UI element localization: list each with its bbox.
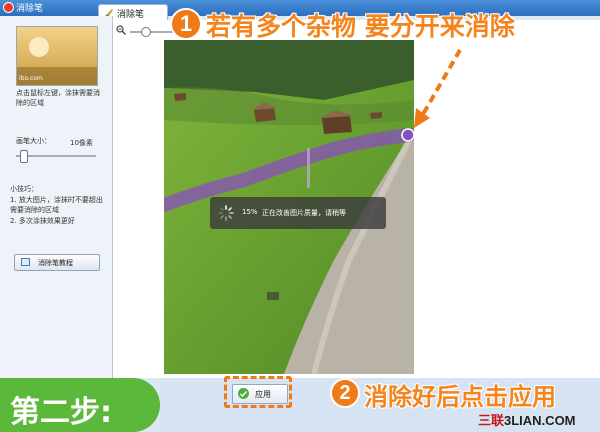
preview-thumbnail: ibo.com [16, 26, 98, 86]
sidebar: ibo.com 点击鼠标左键，涂抹需要消除的区域 画笔大小： 10像素 小技巧：… [0, 16, 113, 378]
step2-number: 2 [330, 378, 360, 408]
step2-callout: 2 消除好后点击应用 [296, 374, 600, 414]
tips-section: 小技巧： 1. 放大图片，涂抹时不要超出需要消除的区域 2. 多次涂抹效果更好 [10, 184, 106, 227]
loading-spinner-icon [218, 205, 234, 221]
check-mark-icon [240, 391, 247, 397]
thumbnail-caption: ibo.com [19, 75, 43, 82]
progress-percent: 15% [242, 208, 258, 216]
brush-size-label: 画笔大小： [16, 137, 51, 145]
site-watermark: 三联3LIAN.COM [478, 410, 576, 429]
tutorial-button-label: 消除笔教程 [38, 259, 73, 267]
tutorial-button[interactable]: 消除笔教程 [14, 254, 100, 271]
tip-item: 1. 放大图片，涂抹时不要超出需要消除的区域 [10, 196, 103, 214]
step2-text: 消除好后点击应用 [364, 383, 556, 411]
tab-label: 消除笔 [117, 10, 145, 20]
step1-text: 若有多个杂物 要分开来消除 [206, 12, 516, 42]
book-icon [21, 258, 30, 266]
apply-button-label: 应用 [255, 390, 271, 399]
step-badge-text: 第二步: [10, 395, 112, 430]
progress-message: 正在改善图片质量，请稍等 [262, 209, 346, 217]
tip-item: 2. 多次涂抹效果更好 [10, 217, 75, 225]
app-logo-icon [3, 2, 14, 13]
zoom-out-icon[interactable] [116, 25, 126, 35]
brush-size-slider-handle[interactable] [20, 150, 28, 163]
step-badge: 第二步: [0, 378, 160, 432]
step1-callout: 1 若有多个杂物 要分开来消除 [170, 6, 570, 44]
apply-button[interactable]: 应用 [232, 384, 288, 404]
hint-text: 点击鼠标左键，涂抹需要消除的区域 [16, 89, 100, 107]
brush-size-slider[interactable] [16, 155, 96, 157]
progress-dialog: 15% 正在改善图片质量，请稍等 [210, 197, 386, 229]
photo-canvas[interactable]: 15% 正在改善图片质量，请稍等 [164, 40, 414, 374]
brush-size-value: 10像素 [70, 139, 93, 147]
window-title: 消除笔 [16, 4, 44, 14]
tips-title: 小技巧： [10, 185, 38, 193]
watermark-suffix: 3LIAN.COM [504, 413, 576, 428]
step1-number: 1 [170, 8, 202, 40]
zoom-slider-handle[interactable] [141, 27, 151, 37]
watermark-prefix: 三联 [478, 413, 505, 428]
